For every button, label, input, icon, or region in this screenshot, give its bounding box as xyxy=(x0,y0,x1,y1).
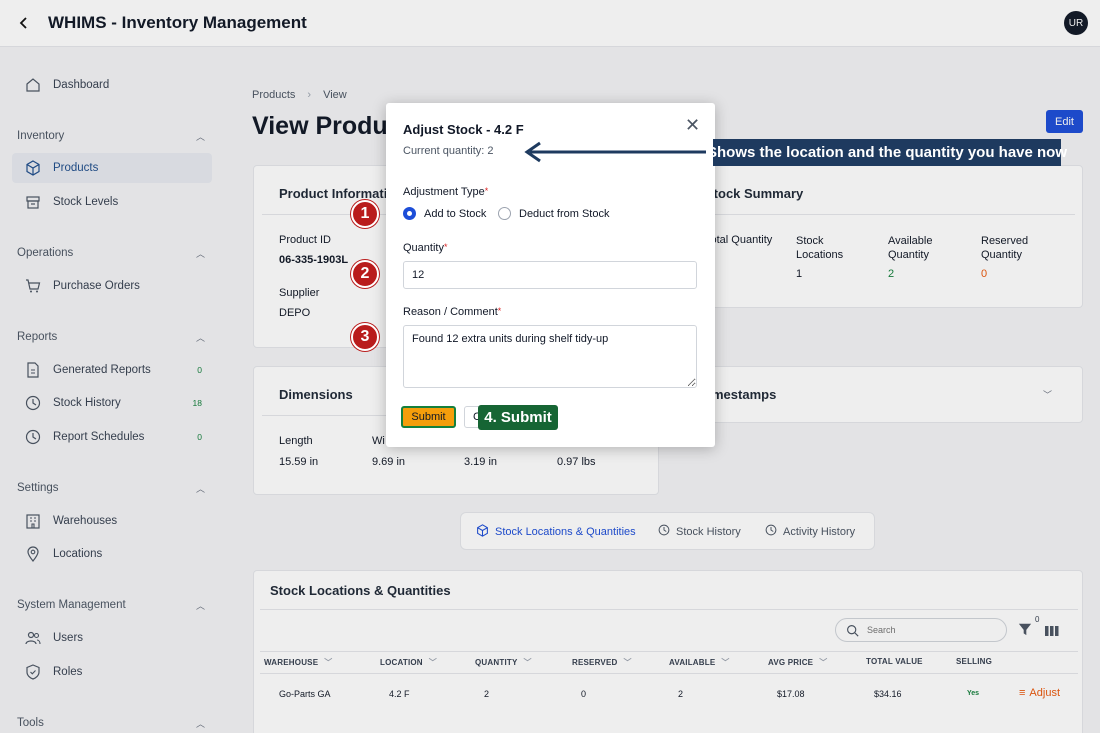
step-marker-2: 2 xyxy=(351,260,379,288)
label-text: Quantity xyxy=(403,242,444,254)
annotation-callout: Shows the location and the quantity you … xyxy=(707,139,1067,166)
radio-deduct-from-stock[interactable]: Deduct from Stock xyxy=(498,207,609,220)
quantity-label: Quantity* xyxy=(403,242,448,254)
radio-add-to-stock[interactable]: Add to Stock xyxy=(403,207,486,220)
label-text: Adjustment Type xyxy=(403,186,485,198)
adjustment-type-label: Adjustment Type* xyxy=(403,186,489,198)
modal-title: Adjust Stock - 4.2 F xyxy=(403,122,524,137)
submit-button[interactable]: Submit xyxy=(401,406,456,428)
step-marker-1: 1 xyxy=(351,200,379,228)
step-marker-4: 4. Submit xyxy=(478,405,558,430)
close-icon[interactable]: ✕ xyxy=(685,115,700,136)
label-text: Reason / Comment xyxy=(403,306,498,318)
radio-unselected-icon xyxy=(498,207,511,220)
current-quantity-text: Current quantity: 2 xyxy=(403,145,494,157)
radio-label: Deduct from Stock xyxy=(519,207,610,220)
radio-selected-icon xyxy=(403,207,416,220)
reason-textarea[interactable]: Found 12 extra units during shelf tidy-u… xyxy=(403,325,697,388)
step-marker-3: 3 xyxy=(351,323,379,351)
annotation-arrow-icon xyxy=(524,141,706,163)
quantity-input[interactable] xyxy=(403,261,697,289)
radio-label: Add to Stock xyxy=(424,207,487,220)
reason-label: Reason / Comment* xyxy=(403,306,502,318)
